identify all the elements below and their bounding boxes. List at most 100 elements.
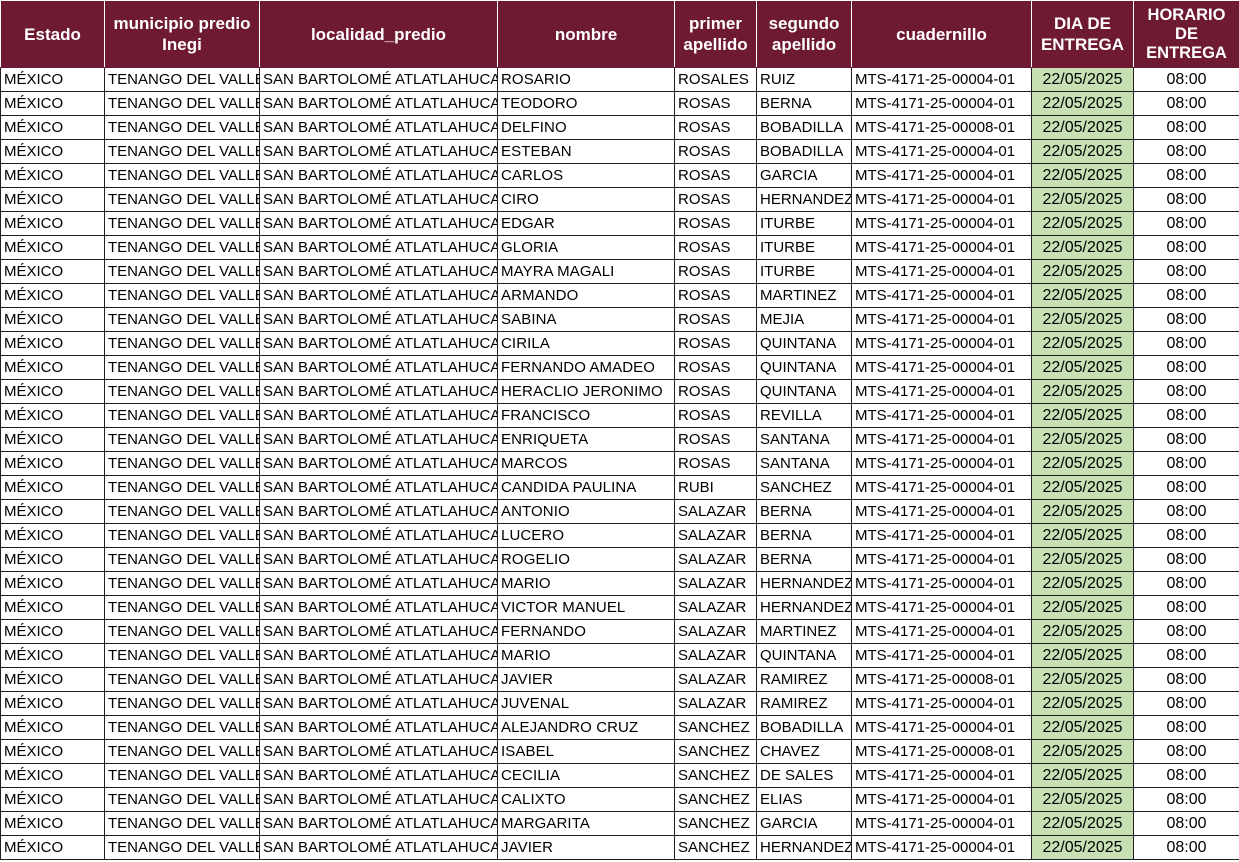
cell-primer-apellido[interactable]: SALAZAR [674, 691, 757, 716]
cell-localidad[interactable]: SAN BARTOLOMÉ ATLATLAHUCA [259, 355, 498, 380]
cell-nombre[interactable]: JAVIER [497, 667, 675, 692]
cell-municipio[interactable]: TENANGO DEL VALLE [104, 619, 260, 644]
cell-horario-entrega[interactable]: 08:00 [1133, 499, 1239, 524]
cell-cuadernillo[interactable]: MTS-4171-25-00004-01 [851, 187, 1032, 212]
cell-segundo-apellido[interactable]: ELIAS [756, 787, 852, 812]
cell-dia-entrega[interactable]: 22/05/2025 [1031, 211, 1134, 236]
cell-municipio[interactable]: TENANGO DEL VALLE [104, 571, 260, 596]
cell-dia-entrega[interactable]: 22/05/2025 [1031, 619, 1134, 644]
cell-primer-apellido[interactable]: SANCHEZ [674, 739, 757, 764]
cell-municipio[interactable]: TENANGO DEL VALLE [104, 139, 260, 164]
cell-estado[interactable]: MÉXICO [0, 691, 105, 716]
cell-nombre[interactable]: FERNANDO AMADEO [497, 355, 675, 380]
cell-primer-apellido[interactable]: SALAZAR [674, 619, 757, 644]
header-cuadernillo[interactable]: cuadernillo [851, 0, 1032, 68]
cell-municipio[interactable]: TENANGO DEL VALLE [104, 691, 260, 716]
cell-municipio[interactable]: TENANGO DEL VALLE [104, 595, 260, 620]
header-nombre[interactable]: nombre [497, 0, 675, 68]
cell-municipio[interactable]: TENANGO DEL VALLE [104, 355, 260, 380]
cell-segundo-apellido[interactable]: REVILLA [756, 403, 852, 428]
cell-localidad[interactable]: SAN BARTOLOMÉ ATLATLAHUCA [259, 739, 498, 764]
cell-estado[interactable]: MÉXICO [0, 835, 105, 860]
cell-primer-apellido[interactable]: ROSAS [674, 283, 757, 308]
cell-cuadernillo[interactable]: MTS-4171-25-00004-01 [851, 331, 1032, 356]
cell-municipio[interactable]: TENANGO DEL VALLE [104, 475, 260, 500]
cell-nombre[interactable]: MAYRA MAGALI [497, 259, 675, 284]
cell-cuadernillo[interactable]: MTS-4171-25-00004-01 [851, 811, 1032, 836]
cell-localidad[interactable]: SAN BARTOLOMÉ ATLATLAHUCA [259, 67, 498, 92]
cell-localidad[interactable]: SAN BARTOLOMÉ ATLATLAHUCA [259, 691, 498, 716]
cell-dia-entrega[interactable]: 22/05/2025 [1031, 355, 1134, 380]
cell-localidad[interactable]: SAN BARTOLOMÉ ATLATLAHUCA [259, 619, 498, 644]
cell-cuadernillo[interactable]: MTS-4171-25-00004-01 [851, 763, 1032, 788]
cell-primer-apellido[interactable]: ROSAS [674, 259, 757, 284]
cell-nombre[interactable]: DELFINO [497, 115, 675, 140]
cell-cuadernillo[interactable]: MTS-4171-25-00004-01 [851, 67, 1032, 92]
cell-dia-entrega[interactable]: 22/05/2025 [1031, 523, 1134, 548]
cell-horario-entrega[interactable]: 08:00 [1133, 451, 1239, 476]
cell-estado[interactable]: MÉXICO [0, 163, 105, 188]
cell-estado[interactable]: MÉXICO [0, 811, 105, 836]
cell-nombre[interactable]: JAVIER [497, 835, 675, 860]
cell-horario-entrega[interactable]: 08:00 [1133, 379, 1239, 404]
cell-localidad[interactable]: SAN BARTOLOMÉ ATLATLAHUCA [259, 595, 498, 620]
cell-estado[interactable]: MÉXICO [0, 403, 105, 428]
cell-estado[interactable]: MÉXICO [0, 475, 105, 500]
cell-estado[interactable]: MÉXICO [0, 139, 105, 164]
cell-municipio[interactable]: TENANGO DEL VALLE [104, 811, 260, 836]
cell-segundo-apellido[interactable]: QUINTANA [756, 331, 852, 356]
cell-nombre[interactable]: CECILIA [497, 763, 675, 788]
cell-nombre[interactable]: VICTOR MANUEL [497, 595, 675, 620]
cell-dia-entrega[interactable]: 22/05/2025 [1031, 403, 1134, 428]
cell-segundo-apellido[interactable]: BOBADILLA [756, 139, 852, 164]
cell-dia-entrega[interactable]: 22/05/2025 [1031, 715, 1134, 740]
cell-dia-entrega[interactable]: 22/05/2025 [1031, 667, 1134, 692]
cell-horario-entrega[interactable]: 08:00 [1133, 787, 1239, 812]
cell-segundo-apellido[interactable]: CHAVEZ [756, 739, 852, 764]
cell-primer-apellido[interactable]: SALAZAR [674, 523, 757, 548]
cell-nombre[interactable]: FERNANDO [497, 619, 675, 644]
cell-nombre[interactable]: ISABEL [497, 739, 675, 764]
cell-estado[interactable]: MÉXICO [0, 499, 105, 524]
cell-segundo-apellido[interactable]: HERNANDEZ [756, 187, 852, 212]
cell-localidad[interactable]: SAN BARTOLOMÉ ATLATLAHUCA [259, 499, 498, 524]
cell-nombre[interactable]: HERACLIO JERONIMO [497, 379, 675, 404]
cell-municipio[interactable]: TENANGO DEL VALLE [104, 499, 260, 524]
cell-segundo-apellido[interactable]: SANCHEZ [756, 475, 852, 500]
cell-localidad[interactable]: SAN BARTOLOMÉ ATLATLAHUCA [259, 523, 498, 548]
cell-horario-entrega[interactable]: 08:00 [1133, 427, 1239, 452]
cell-cuadernillo[interactable]: MTS-4171-25-00008-01 [851, 115, 1032, 140]
cell-estado[interactable]: MÉXICO [0, 427, 105, 452]
cell-estado[interactable]: MÉXICO [0, 667, 105, 692]
cell-nombre[interactable]: ROSARIO [497, 67, 675, 92]
cell-horario-entrega[interactable]: 08:00 [1133, 547, 1239, 572]
cell-primer-apellido[interactable]: RUBI [674, 475, 757, 500]
cell-horario-entrega[interactable]: 08:00 [1133, 235, 1239, 260]
cell-estado[interactable]: MÉXICO [0, 451, 105, 476]
cell-nombre[interactable]: MARGARITA [497, 811, 675, 836]
cell-cuadernillo[interactable]: MTS-4171-25-00004-01 [851, 523, 1032, 548]
cell-estado[interactable]: MÉXICO [0, 355, 105, 380]
header-horario-entrega[interactable]: HORARIO DE ENTREGA [1133, 0, 1239, 68]
cell-dia-entrega[interactable]: 22/05/2025 [1031, 379, 1134, 404]
cell-primer-apellido[interactable]: ROSAS [674, 187, 757, 212]
cell-municipio[interactable]: TENANGO DEL VALLE [104, 451, 260, 476]
cell-segundo-apellido[interactable]: RAMIREZ [756, 691, 852, 716]
cell-municipio[interactable]: TENANGO DEL VALLE [104, 379, 260, 404]
cell-horario-entrega[interactable]: 08:00 [1133, 307, 1239, 332]
cell-cuadernillo[interactable]: MTS-4171-25-00004-01 [851, 259, 1032, 284]
cell-primer-apellido[interactable]: SALAZAR [674, 571, 757, 596]
cell-nombre[interactable]: MARIO [497, 643, 675, 668]
cell-municipio[interactable]: TENANGO DEL VALLE [104, 67, 260, 92]
cell-horario-entrega[interactable]: 08:00 [1133, 139, 1239, 164]
cell-nombre[interactable]: ANTONIO [497, 499, 675, 524]
header-segundo-apellido[interactable]: segundo apellido [756, 0, 852, 68]
cell-cuadernillo[interactable]: MTS-4171-25-00004-01 [851, 307, 1032, 332]
cell-dia-entrega[interactable]: 22/05/2025 [1031, 331, 1134, 356]
cell-municipio[interactable]: TENANGO DEL VALLE [104, 787, 260, 812]
cell-segundo-apellido[interactable]: BERNA [756, 547, 852, 572]
cell-horario-entrega[interactable]: 08:00 [1133, 523, 1239, 548]
cell-segundo-apellido[interactable]: QUINTANA [756, 643, 852, 668]
cell-estado[interactable]: MÉXICO [0, 619, 105, 644]
cell-horario-entrega[interactable]: 08:00 [1133, 67, 1239, 92]
